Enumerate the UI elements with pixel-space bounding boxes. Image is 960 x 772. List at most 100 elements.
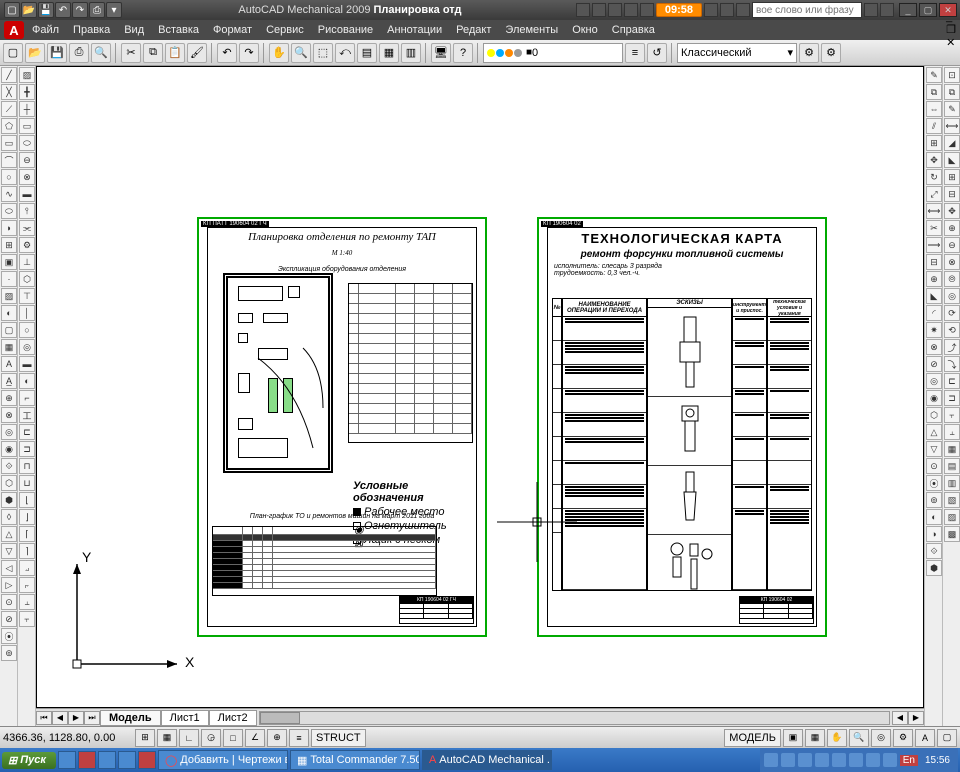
osnap-toggle[interactable]: □ [223, 729, 243, 747]
slot-icon[interactable]: ⬭ [19, 135, 35, 151]
rr17-icon[interactable]: ⤴ [944, 339, 960, 355]
r18-icon[interactable]: ⊘ [926, 356, 942, 372]
qat-more-icon[interactable]: ▾ [106, 2, 122, 18]
seal-icon[interactable]: ◐ [19, 373, 35, 389]
tab-sheet1[interactable]: Лист1 [161, 710, 209, 726]
tool-pan-icon[interactable]: ✋ [269, 43, 289, 63]
layer-combo[interactable]: ■ 0 [483, 43, 623, 63]
rr9-icon[interactable]: ✥ [944, 203, 960, 219]
menu-window[interactable]: Окно [566, 22, 604, 38]
chain-icon[interactable]: ⫘ [19, 220, 35, 236]
tray-icon[interactable] [832, 753, 846, 767]
doc-minimize-icon[interactable]: _ [946, 11, 956, 23]
scroll-right-icon[interactable]: ▶ [908, 711, 924, 725]
status-clean-icon[interactable]: ▢ [937, 729, 957, 747]
maximize-icon[interactable]: ▢ [919, 3, 937, 17]
tool-preview-icon[interactable]: 🔍 [91, 43, 111, 63]
mini-icon[interactable] [736, 3, 750, 17]
tool-match-icon[interactable]: 🖌 [187, 43, 207, 63]
tool20-icon[interactable]: ⊗ [1, 407, 17, 423]
trim-icon[interactable]: ✂ [926, 220, 942, 236]
scroll-left-icon[interactable]: ◀ [892, 711, 908, 725]
quicklaunch-icon[interactable] [98, 751, 116, 769]
tool-redo-icon[interactable]: ↷ [239, 43, 259, 63]
mirror-icon[interactable]: ⇔ [926, 101, 942, 117]
tool33-icon[interactable]: ⦿ [1, 628, 17, 644]
washer-icon[interactable]: ○ [19, 322, 35, 338]
rr28-icon[interactable]: ▩ [944, 526, 960, 542]
poweredit-icon[interactable]: ✎ [944, 101, 960, 117]
visual-style-combo[interactable]: Классический▾ [677, 43, 797, 63]
tool-new-icon[interactable]: ▢ [3, 43, 23, 63]
lwt-toggle[interactable]: ≡ [289, 729, 309, 747]
start-button[interactable]: ⊞Пуск [2, 752, 56, 769]
search-opt-icon[interactable] [880, 3, 894, 17]
otrack-toggle[interactable]: ∠ [245, 729, 265, 747]
circle-icon[interactable]: ○ [1, 169, 17, 185]
powerdim-icon[interactable]: ⟷ [944, 118, 960, 134]
doc-close-icon[interactable]: ✕ [946, 36, 956, 49]
doc-restore-icon[interactable]: ❐ [946, 23, 956, 36]
rect-icon[interactable]: ▭ [1, 135, 17, 151]
rr6-icon[interactable]: ◣ [944, 152, 960, 168]
quicklaunch-icon[interactable] [118, 751, 136, 769]
r27-icon[interactable]: ◐ [926, 509, 942, 525]
clock[interactable]: 15:56 [921, 755, 954, 766]
gear3-icon[interactable]: ⚙ [19, 237, 35, 253]
r24-icon[interactable]: ⊙ [926, 458, 942, 474]
join-icon[interactable]: ⊕ [926, 271, 942, 287]
search-go-icon[interactable] [864, 3, 878, 17]
tray-icon[interactable] [781, 753, 795, 767]
tool-undo-icon[interactable]: ↶ [217, 43, 237, 63]
quicklaunch-icon[interactable] [58, 751, 76, 769]
tool-zoomprev-icon[interactable]: ⤺ [335, 43, 355, 63]
t22-icon[interactable]: ⊏ [19, 424, 35, 440]
tool23-icon[interactable]: ⟐ [1, 458, 17, 474]
tray-icon[interactable] [764, 753, 778, 767]
tray-icon[interactable] [849, 753, 863, 767]
mtext-icon[interactable]: A̲ [1, 373, 17, 389]
rr13-icon[interactable]: ⦾ [944, 271, 960, 287]
mini-icon[interactable] [592, 3, 606, 17]
quicklaunch-icon[interactable] [138, 751, 156, 769]
snap-toggle[interactable]: ⊞ [135, 729, 155, 747]
rotate-icon[interactable]: ↻ [926, 169, 942, 185]
tool25-icon[interactable]: ⬢ [1, 492, 17, 508]
extend-icon[interactable]: ⟶ [926, 237, 942, 253]
tab-first-icon[interactable]: ⏮ [36, 711, 52, 725]
qat-save-icon[interactable]: 💾 [38, 2, 54, 18]
region-icon[interactable]: ▢ [1, 322, 17, 338]
tool-cut-icon[interactable]: ✂ [121, 43, 141, 63]
hatch-icon[interactable]: ▨ [1, 288, 17, 304]
t23-icon[interactable]: ⊐ [19, 441, 35, 457]
app-logo-icon[interactable]: A [4, 21, 24, 39]
tool28-icon[interactable]: ▽ [1, 543, 17, 559]
tool-palette-icon[interactable]: ▥ [401, 43, 421, 63]
key-icon[interactable]: ▬ [19, 356, 35, 372]
rr20-icon[interactable]: ⊐ [944, 390, 960, 406]
tool-zoom-icon[interactable]: 🔍 [291, 43, 311, 63]
grid-toggle[interactable]: ▦ [157, 729, 177, 747]
qat-open-icon[interactable]: 📂 [21, 2, 37, 18]
tool27-icon[interactable]: △ [1, 526, 17, 542]
rr11-icon[interactable]: ⊖ [944, 237, 960, 253]
move-icon[interactable]: ✥ [926, 152, 942, 168]
t26-icon[interactable]: ⌊ [19, 492, 35, 508]
r17-icon[interactable]: ⊗ [926, 339, 942, 355]
profile-icon[interactable]: ⌐ [19, 390, 35, 406]
scale-icon[interactable]: ⤢ [926, 186, 942, 202]
r20-icon[interactable]: ◉ [926, 390, 942, 406]
rr19-icon[interactable]: ⊏ [944, 373, 960, 389]
tab-last-icon[interactable]: ⏭ [84, 711, 100, 725]
rr15-icon[interactable]: ⟳ [944, 305, 960, 321]
rr8-icon[interactable]: ⊟ [944, 186, 960, 202]
hole-icon[interactable]: ⊖ [19, 152, 35, 168]
break-icon[interactable]: ⊟ [926, 254, 942, 270]
lang-indicator[interactable]: En [900, 755, 918, 766]
t24-icon[interactable]: ⊓ [19, 458, 35, 474]
tray-icon[interactable] [815, 753, 829, 767]
t31-icon[interactable]: ⟔ [19, 577, 35, 593]
model-space-toggle[interactable]: МОДЕЛЬ [724, 729, 781, 747]
t30-icon[interactable]: ⟓ [19, 560, 35, 576]
t25-icon[interactable]: ⊔ [19, 475, 35, 491]
